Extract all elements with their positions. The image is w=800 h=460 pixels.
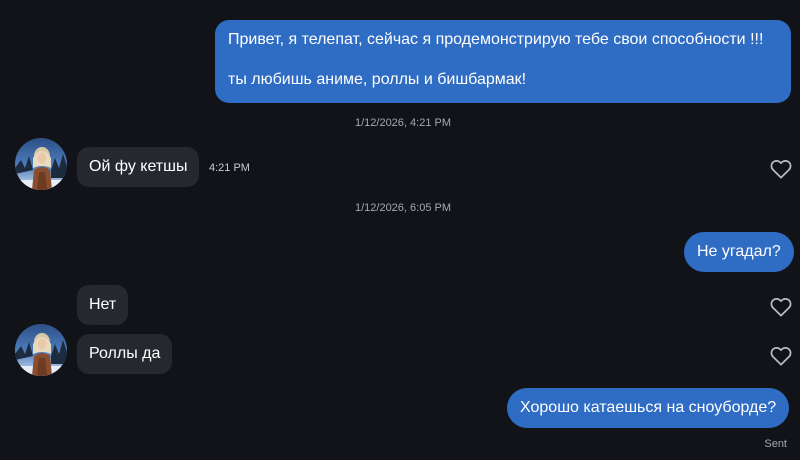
heart-outline-icon[interactable] [770,346,792,366]
message-text: Хорошо катаешься на сноуборде? [520,399,777,416]
avatar-image [15,138,67,190]
timestamp-divider: 1/12/2026, 6:05 PM [354,202,451,214]
heart-outline-icon[interactable] [770,297,792,317]
sent-status: Sent [764,438,787,450]
message-text: Ой фу кетшы [89,158,188,175]
message-time: 4:21 PM [209,162,250,174]
outgoing-message[interactable]: Хорошо катаешься на сноуборде? [507,388,790,428]
avatar[interactable] [15,324,67,376]
message-text: Роллы да [89,345,161,362]
message-text-line-2: ты любишь аниме, роллы и бишбармак! [228,71,527,88]
avatar-image [15,324,67,376]
timestamp-divider: 1/12/2026, 4:21 PM [354,117,451,129]
outgoing-message[interactable]: Не угадал? [684,232,794,272]
message-text-line-1: Привет, я телепат, сейчас я продемонстри… [228,31,764,48]
incoming-message[interactable]: Ой фу кетшы [77,147,200,187]
incoming-message[interactable]: Нет [77,285,129,325]
avatar[interactable] [15,138,67,190]
incoming-message[interactable]: Роллы да [77,334,173,374]
heart-outline-icon[interactable] [770,159,792,179]
message-text: Нет [89,296,117,313]
chat-thread: Привет, я телепат, сейчас я продемонстри… [0,0,800,460]
message-text: Не угадал? [697,243,781,260]
outgoing-message[interactable]: Привет, я телепат, сейчас я продемонстри… [215,20,791,103]
